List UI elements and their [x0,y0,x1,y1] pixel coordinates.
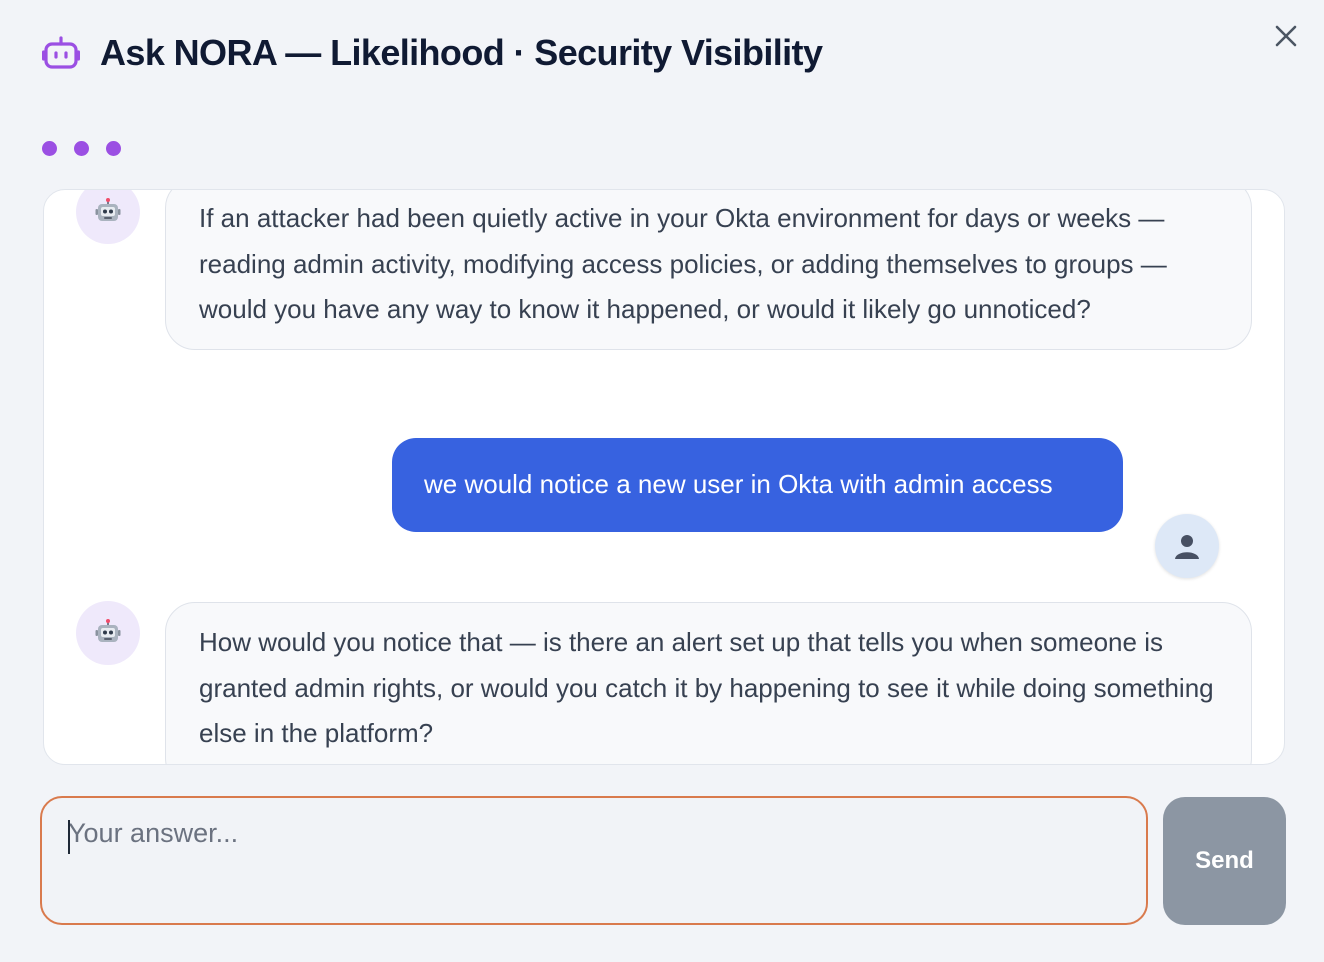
typing-indicator [42,141,121,156]
close-icon [1275,25,1297,52]
assistant-avatar [76,601,140,665]
answer-input-container[interactable] [40,796,1148,925]
typing-dot [42,141,57,156]
assistant-message: How would you notice that — is there an … [165,602,1252,764]
assistant-avatar [76,190,140,244]
send-button[interactable]: Send [1163,797,1286,925]
close-button[interactable] [1270,22,1302,54]
chat-history[interactable]: If an attacker had been quietly active i… [43,189,1285,765]
user-avatar [1155,514,1219,578]
user-message: we would notice a new user in Okta with … [392,438,1123,532]
robot-avatar-icon [95,619,121,642]
text-caret [68,820,70,854]
answer-input[interactable] [42,798,1146,923]
typing-dot [74,141,89,156]
robot-avatar-icon [95,198,121,221]
dialog-title: Ask NORA — Likelihood · Security Visibil… [100,32,823,73]
typing-dot [106,141,121,156]
assistant-message: If an attacker had been quietly active i… [165,190,1252,350]
robot-icon [42,36,80,70]
user-avatar-icon [1175,535,1199,559]
header: Ask NORA — Likelihood · Security Visibil… [42,32,823,74]
